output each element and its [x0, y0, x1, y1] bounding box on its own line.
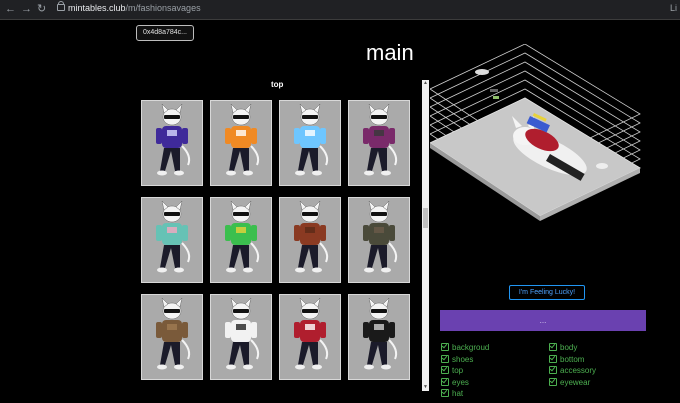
checkbox-label: shoes	[452, 354, 474, 364]
wallet-address-button[interactable]: 0x4d8a784c...	[136, 25, 194, 41]
layer-checkbox-eyewear[interactable]: eyewear	[549, 377, 591, 387]
browser-toolbar: ← → ↻ mintables.club/m/fashionsavages Li	[0, 0, 680, 20]
checkbox-label: backgroud	[452, 343, 490, 352]
layer-checkbox-top[interactable]: top	[441, 366, 463, 375]
feeling-lucky-button[interactable]: I'm Feeling Lucky!	[509, 285, 585, 300]
scrollbar[interactable]: ▲ ▼	[422, 80, 429, 391]
layer-checkbox-body[interactable]: body	[549, 343, 577, 352]
checkbox-label: eyewear	[560, 377, 591, 387]
item-card[interactable]	[210, 100, 272, 186]
item-card[interactable]	[348, 197, 410, 283]
item-card[interactable]	[141, 294, 203, 380]
checkbox-check-icon[interactable]	[441, 389, 449, 397]
checkbox-label: hat	[452, 389, 464, 398]
submit-button[interactable]: ...	[440, 310, 646, 331]
scroll-thumb[interactable]	[423, 208, 428, 228]
item-card[interactable]	[141, 100, 203, 186]
category-title: top	[271, 80, 284, 89]
item-card[interactable]	[279, 197, 341, 283]
checkbox-label: body	[560, 343, 578, 352]
item-card[interactable]	[210, 294, 272, 380]
cat-figure-icon	[294, 103, 329, 176]
cat-figure-icon	[363, 103, 398, 176]
layered-preview	[430, 44, 641, 221]
checkbox-check-icon[interactable]	[549, 343, 557, 351]
layer-checkbox-bottom[interactable]: bottom	[549, 354, 585, 364]
scroll-up-icon[interactable]: ▲	[422, 80, 429, 87]
page-title: main	[366, 40, 414, 65]
back-icon[interactable]: ←	[5, 3, 16, 15]
cat-figure-icon	[294, 297, 329, 370]
cat-figure-icon	[156, 103, 191, 176]
item-card[interactable]	[348, 100, 410, 186]
item-card[interactable]	[279, 100, 341, 186]
cat-figure-icon	[363, 297, 398, 370]
item-card[interactable]	[141, 197, 203, 283]
layer-checkbox-backgroud[interactable]: backgroud	[441, 343, 489, 352]
checkbox-check-icon[interactable]	[441, 343, 449, 351]
checkbox-label: eyes	[452, 377, 469, 387]
reload-icon[interactable]: ↻	[37, 3, 46, 15]
cat-figure-icon	[225, 297, 260, 370]
checkbox-check-icon[interactable]	[549, 354, 557, 363]
item-card[interactable]	[279, 294, 341, 380]
checkbox-label: accessory	[560, 366, 597, 375]
cat-figure-icon	[156, 297, 191, 370]
cat-figure-icon	[225, 103, 260, 176]
cat-figure-icon	[225, 200, 260, 273]
lock-icon	[57, 1, 65, 11]
checkbox-check-icon[interactable]	[549, 377, 557, 386]
scroll-down-icon[interactable]: ▼	[422, 384, 429, 391]
layer-checkbox-accessory[interactable]: accessory	[549, 366, 596, 375]
extension-icon[interactable]: Li	[670, 3, 677, 13]
layer-checkbox-eyes[interactable]: eyes	[441, 377, 469, 387]
cat-figure-icon	[156, 200, 191, 273]
checkbox-check-icon[interactable]	[441, 354, 449, 363]
forward-icon[interactable]: →	[21, 3, 32, 15]
layer-checkbox-hat[interactable]: hat	[441, 389, 463, 398]
layer-checkbox-shoes[interactable]: shoes	[441, 354, 474, 364]
item-card[interactable]	[210, 197, 272, 283]
checkbox-label: top	[452, 366, 464, 375]
cat-figure-icon	[294, 200, 329, 273]
item-card[interactable]	[348, 294, 410, 380]
checkbox-check-icon[interactable]	[441, 377, 449, 386]
checkbox-check-icon[interactable]	[441, 366, 449, 374]
checkbox-check-icon[interactable]	[549, 366, 557, 374]
address-bar[interactable]: mintables.club/m/fashionsavages	[68, 3, 201, 13]
cat-figure-icon	[363, 200, 398, 273]
checkbox-label: bottom	[560, 354, 585, 364]
